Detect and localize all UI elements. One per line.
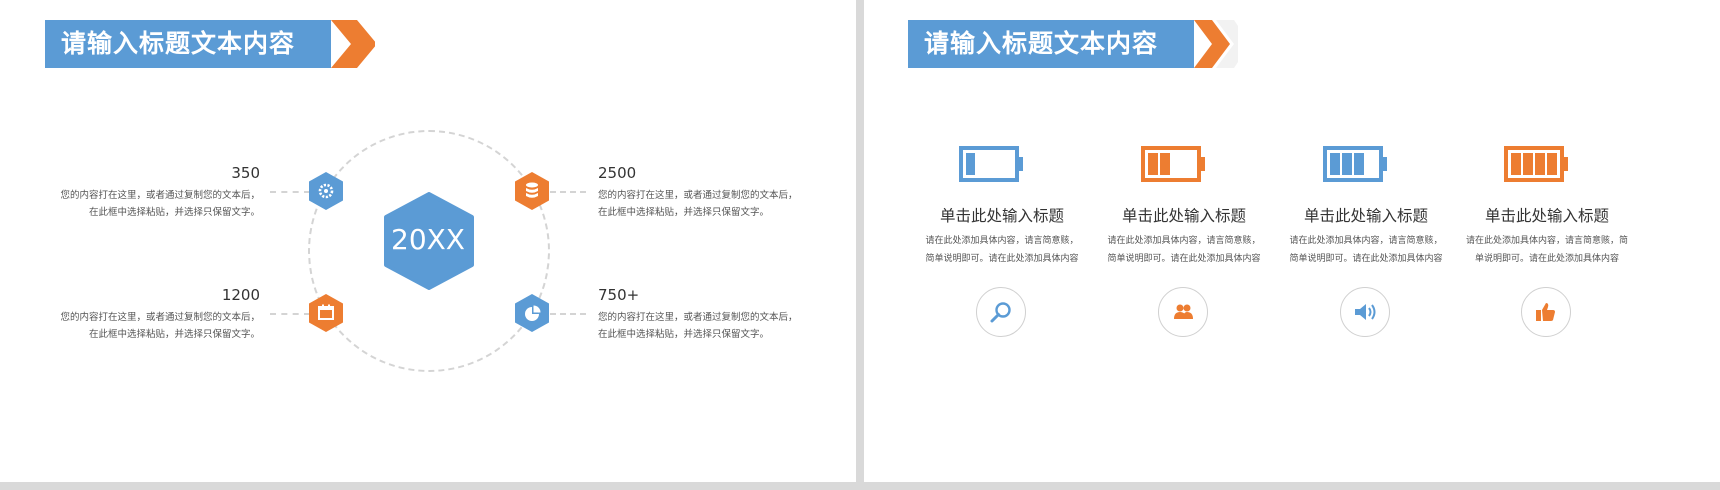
battery-icon (1504, 146, 1568, 182)
stat-value: 350 (231, 164, 260, 182)
page-title: 请输入标题文本内容 (61, 29, 296, 58)
battery-icon (1323, 146, 1387, 182)
column-title: 单击此处输入标题 (1484, 207, 1609, 225)
desc-line: 单说明即可。请在此处添加具体内容 (1474, 254, 1619, 264)
search-icon (990, 302, 1011, 323)
icon-circle (1521, 287, 1571, 337)
page-title: 请输入标题文本内容 (924, 29, 1159, 58)
desc-line: 简单说明即可。请在此处添加具体内容 (1289, 254, 1443, 264)
column-description: 请在此处添加具体内容，请言简意赅， 简单说明即可。请在此处添加具体内容 (1281, 232, 1451, 268)
desc-line: 请在此处添加具体内容，请言简意赅， (1289, 236, 1443, 246)
icon-circle (976, 287, 1026, 337)
title-banner: 请输入标题文本内容 (908, 20, 1238, 68)
battery-icon (1141, 146, 1205, 182)
stat-value: 750+ (598, 286, 640, 304)
stat-value: 1200 (221, 286, 260, 304)
thumbs-up-icon (1536, 303, 1555, 321)
column-title: 单击此处输入标题 (939, 207, 1064, 225)
center-label: 20XX (391, 223, 465, 256)
desc-line: 在此框中选择粘贴，并选择只保留文字。 (598, 207, 770, 218)
calendar-icon (309, 294, 343, 332)
desc-line: 请在此处添加具体内容，请言简意赅， (1107, 236, 1261, 246)
users-icon (1174, 304, 1193, 319)
desc-line: 您的内容打在这里，或者通过复制您的文本后， (598, 190, 798, 201)
speaker-icon (1355, 304, 1376, 320)
stat-description: 您的内容打在这里，或者通过复制您的文本后， 在此框中选择粘贴，并选择只保留文字。 (598, 187, 808, 221)
pie-chart-icon (515, 294, 549, 332)
leader-line (270, 313, 310, 315)
leader-line (550, 191, 586, 193)
desc-line: 您的内容打在这里，或者通过复制您的文本后， (60, 190, 260, 201)
desc-line: 您的内容打在这里，或者通过复制您的文本后， (60, 312, 260, 323)
column-description: 请在此处添加具体内容，请言简意赅， 简单说明即可。请在此处添加具体内容 (917, 232, 1087, 268)
icon-circle (1158, 287, 1208, 337)
gear-icon (309, 172, 343, 210)
desc-line: 请在此处添加具体内容，请言简意赅，简 (1465, 236, 1628, 246)
stat-value: 2500 (598, 164, 637, 182)
desc-line: 简单说明即可。请在此处添加具体内容 (1107, 254, 1261, 264)
title-banner: 请输入标题文本内容 (45, 20, 375, 68)
column-description: 请在此处添加具体内容，请言简意赅，简 单说明即可。请在此处添加具体内容 (1462, 232, 1632, 268)
desc-line: 在此框中选择粘贴，并选择只保留文字。 (598, 329, 770, 340)
desc-line: 在此框中选择粘贴，并选择只保留文字。 (88, 207, 260, 218)
battery-icon (959, 146, 1023, 182)
column-title: 单击此处输入标题 (1303, 207, 1428, 225)
column-title: 单击此处输入标题 (1121, 207, 1246, 225)
stat-description: 您的内容打在这里，或者通过复制您的文本后， 在此框中选择粘贴，并选择只保留文字。 (50, 187, 260, 221)
leader-line (550, 313, 586, 315)
column-description: 请在此处添加具体内容，请言简意赅， 简单说明即可。请在此处添加具体内容 (1099, 232, 1269, 268)
database-icon (515, 172, 549, 210)
desc-line: 在此框中选择粘贴，并选择只保留文字。 (88, 329, 260, 340)
slide-right: 请输入标题文本内容 单击此处输入标题 请在此处添加具体内容，请言简意赅， 简单说… (864, 0, 1720, 482)
leader-line (270, 191, 310, 193)
desc-line: 简单说明即可。请在此处添加具体内容 (925, 254, 1079, 264)
desc-line: 请在此处添加具体内容，请言简意赅， (925, 236, 1079, 246)
slide-left: 请输入标题文本内容 20XX 350 您的内容打在这里，或者通过复制您的文本后，… (0, 0, 856, 482)
stat-description: 您的内容打在这里，或者通过复制您的文本后， 在此框中选择粘贴，并选择只保留文字。 (50, 309, 260, 343)
stat-description: 您的内容打在这里，或者通过复制您的文本后， 在此框中选择粘贴，并选择只保留文字。 (598, 309, 808, 343)
icon-circle (1340, 287, 1390, 337)
desc-line: 您的内容打在这里，或者通过复制您的文本后， (598, 312, 798, 323)
